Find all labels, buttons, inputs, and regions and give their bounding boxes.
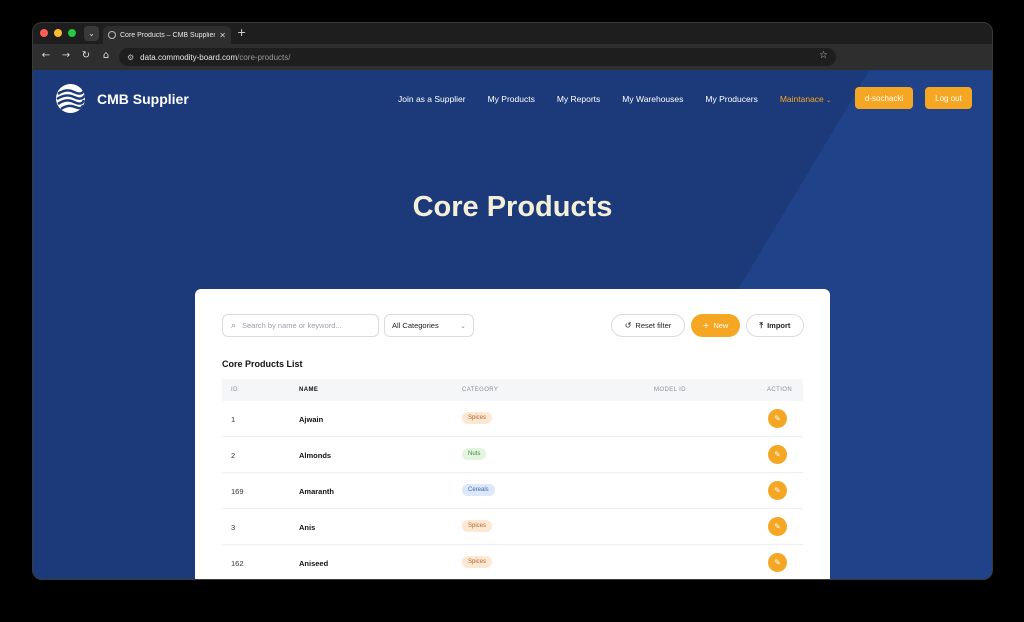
- edit-button[interactable]: ✎: [768, 481, 787, 500]
- reset-filter-label: Reset filter: [635, 321, 672, 330]
- brand-logo[interactable]: CMB Supplier: [56, 84, 189, 113]
- category-badge: Spices: [462, 556, 493, 568]
- nav-my-producers[interactable]: My Producers: [705, 94, 757, 104]
- chevron-down-icon: ⌄: [826, 97, 832, 104]
- search-icon: ⌕: [231, 320, 237, 331]
- table-row: 169 Amaranth Cereals ✎: [222, 473, 803, 509]
- category-badge: Spices: [462, 520, 493, 532]
- tab-bar: ⌄ Core Products – CMB Supplier ✕ +: [33, 23, 992, 44]
- pencil-icon: ✎: [774, 450, 781, 459]
- forward-icon[interactable]: →: [59, 50, 73, 61]
- cell-name: Amaranth: [299, 487, 335, 496]
- cell-id: 2: [231, 451, 236, 460]
- column-header-action: ACTION: [767, 387, 793, 393]
- url-input[interactable]: ⚙ data.commodity-board.com/core-products…: [119, 48, 836, 66]
- nav-my-products[interactable]: My Products: [488, 94, 535, 104]
- url-host: data.commodity-board.com: [140, 52, 238, 62]
- list-title: Core Products List: [222, 359, 303, 369]
- tab-title: Core Products – CMB Supplier: [120, 31, 216, 39]
- globe-icon: [108, 31, 116, 39]
- logout-button[interactable]: Log out: [925, 87, 972, 109]
- pencil-icon: ✎: [774, 414, 781, 423]
- pencil-icon: ✎: [774, 522, 781, 531]
- category-select[interactable]: All Categories ⌄: [384, 314, 474, 337]
- search-input[interactable]: ⌕ Search by name or keyword...: [222, 314, 379, 337]
- column-header-id: ID: [231, 387, 238, 393]
- category-badge: Cereals: [462, 484, 495, 496]
- cell-name: Almonds: [299, 451, 332, 460]
- reset-filter-button[interactable]: ↺ Reset filter: [611, 314, 685, 337]
- nav-maintenance-label: Maintanace: [779, 94, 824, 104]
- chevron-down-icon: ⌄: [460, 321, 466, 330]
- site-settings-icon[interactable]: ⚙: [127, 53, 134, 62]
- nav-join-supplier[interactable]: Join as a Supplier: [398, 94, 466, 104]
- cell-name: Anis: [299, 523, 316, 532]
- import-button[interactable]: ⤒ Import: [746, 314, 804, 337]
- reset-icon: ↺: [624, 321, 632, 330]
- close-icon[interactable]: ✕: [219, 31, 226, 40]
- minimize-window-button[interactable]: [54, 29, 62, 37]
- nav-my-warehouses[interactable]: My Warehouses: [622, 94, 683, 104]
- window-controls: [40, 29, 76, 37]
- category-select-value: All Categories: [392, 321, 439, 330]
- home-icon[interactable]: ⌂: [99, 50, 113, 61]
- new-tab-button[interactable]: +: [237, 26, 246, 39]
- address-bar: ← → ↻ ⌂ ⚙ data.commodity-board.com/core-…: [33, 44, 992, 70]
- user-button[interactable]: d-sochacki: [855, 87, 913, 109]
- reload-icon[interactable]: ↻: [79, 50, 93, 61]
- cell-id: 169: [231, 487, 244, 496]
- table-row: 162 Aniseed Spices ✎: [222, 545, 803, 579]
- category-badge: Nuts: [462, 448, 487, 460]
- close-window-button[interactable]: [40, 29, 48, 37]
- cell-name: Aniseed: [299, 559, 329, 568]
- table-header: ID NAME CATEGORY MODEL ID ACTION: [222, 379, 803, 401]
- chevron-down-icon: ⌄: [88, 29, 95, 38]
- column-header-name[interactable]: NAME: [299, 387, 318, 393]
- main-nav: Join as a Supplier My Products My Report…: [398, 94, 831, 104]
- category-badge: Spices: [462, 412, 493, 424]
- new-label: New: [713, 321, 729, 330]
- edit-button[interactable]: ✎: [768, 553, 787, 572]
- column-header-category[interactable]: CATEGORY: [462, 387, 498, 393]
- browser-tab[interactable]: Core Products – CMB Supplier ✕: [103, 26, 231, 44]
- bookmark-star-icon[interactable]: ☆: [819, 50, 828, 61]
- cell-id: 162: [231, 559, 244, 568]
- pencil-icon: ✎: [774, 486, 781, 495]
- maximize-window-button[interactable]: [68, 29, 76, 37]
- new-button[interactable]: + New: [691, 314, 740, 337]
- tab-search-button[interactable]: ⌄: [84, 26, 99, 41]
- table-row: 3 Anis Spices ✎: [222, 509, 803, 545]
- browser-window: ⌄ Core Products – CMB Supplier ✕ + ← → ↻…: [32, 22, 993, 580]
- page-title: Core Products: [412, 191, 613, 223]
- cell-id: 3: [231, 523, 236, 532]
- nav-maintenance-dropdown[interactable]: Maintanace ⌄: [780, 94, 831, 104]
- search-placeholder: Search by name or keyword...: [242, 321, 342, 330]
- brand-name: CMB Supplier: [97, 90, 189, 107]
- edit-button[interactable]: ✎: [768, 517, 787, 536]
- table-row: 2 Almonds Nuts ✎: [222, 437, 803, 473]
- table-row: 1 Ajwain Spices ✎: [222, 401, 803, 437]
- nav-my-reports[interactable]: My Reports: [557, 94, 600, 104]
- logo-waves-icon: [56, 84, 85, 113]
- edit-button[interactable]: ✎: [768, 445, 787, 464]
- page-content: CMB Supplier Join as a Supplier My Produ…: [33, 70, 992, 579]
- edit-button[interactable]: ✎: [768, 409, 787, 428]
- import-label: Import: [767, 321, 791, 330]
- pencil-icon: ✎: [774, 558, 781, 567]
- cell-id: 1: [231, 415, 236, 424]
- url-path: /core-products/: [237, 52, 291, 62]
- column-header-model-id[interactable]: MODEL ID: [654, 387, 686, 393]
- cell-name: Ajwain: [299, 415, 324, 424]
- plus-icon: +: [702, 321, 710, 330]
- products-card: ⌕ Search by name or keyword... All Categ…: [195, 289, 830, 579]
- import-icon: ⤒: [759, 320, 764, 330]
- back-icon[interactable]: ←: [39, 50, 53, 61]
